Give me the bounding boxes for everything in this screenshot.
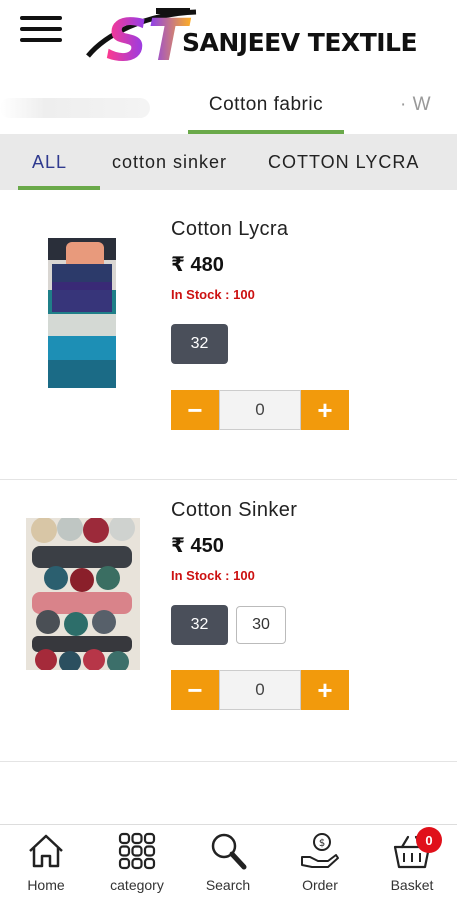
product-card: Cotton Sinker ₹ 450 In Stock : 100 32 30… (0, 480, 457, 762)
decrease-quantity-button[interactable]: − (171, 670, 219, 710)
product-name[interactable]: Cotton Sinker (171, 499, 297, 522)
quantity-input[interactable] (219, 390, 301, 430)
home-icon (29, 834, 63, 868)
product-image[interactable] (26, 518, 140, 670)
nav-search-label: Search (205, 877, 251, 893)
nav-category-label: category (110, 877, 164, 893)
nav-basket[interactable]: 0 Basket (372, 827, 452, 893)
grid-icon (118, 832, 156, 870)
subtab-all[interactable]: ALL (32, 152, 67, 173)
svg-text:ST: ST (106, 6, 192, 68)
increase-quantity-button[interactable]: + (301, 670, 349, 710)
size-option-32[interactable]: 32 (171, 605, 228, 645)
nav-home-label: Home (27, 877, 65, 893)
subtab-cotton-lycra[interactable]: COTTON LYCRA (268, 152, 419, 173)
size-option-32[interactable]: 32 (171, 324, 228, 364)
svg-text:$: $ (319, 838, 325, 849)
decrease-quantity-button[interactable]: − (171, 390, 219, 430)
nav-order-label: Order (302, 877, 338, 893)
app-header: ST SANJEEV TEXTILE (0, 0, 457, 76)
basket-count-badge: 0 (416, 827, 442, 853)
product-image[interactable] (48, 238, 116, 388)
product-price: ₹ 450 (171, 535, 224, 557)
product-price: ₹ 480 (171, 254, 224, 276)
stock-status: In Stock : 100 (171, 568, 255, 583)
quantity-input[interactable] (219, 670, 301, 710)
tab-category-left-faded[interactable] (0, 98, 150, 118)
stock-status: In Stock : 100 (171, 287, 255, 302)
search-icon (211, 833, 247, 870)
nav-order[interactable]: $ Order (280, 831, 360, 893)
product-card: Cotton Lycra ₹ 480 In Stock : 100 32 − + (0, 190, 457, 480)
tab-category-right-partial[interactable]: · W (400, 94, 431, 116)
nav-search[interactable]: Search (188, 831, 268, 893)
category-tab-bar: Cotton fabric · W (0, 76, 457, 134)
order-icon: $ (301, 833, 339, 868)
nav-basket-label: Basket (390, 877, 434, 893)
subtab-cotton-sinker[interactable]: cotton sinker (112, 152, 227, 173)
increase-quantity-button[interactable]: + (301, 390, 349, 430)
subcategory-tab-bar: ALL cotton sinker COTTON LYCRA (0, 134, 457, 190)
menu-icon[interactable] (20, 16, 62, 46)
brand-name: SANJEEV TEXTILE (182, 28, 418, 57)
size-options: 32 (171, 324, 371, 366)
quantity-stepper: − + (171, 390, 349, 430)
nav-home[interactable]: Home (6, 831, 86, 893)
tab-cotton-fabric[interactable]: Cotton fabric (188, 94, 344, 116)
size-option-30[interactable]: 30 (236, 606, 286, 644)
bottom-navigation: Home category Search $ Order 0 Basket (0, 824, 457, 900)
nav-category[interactable]: category (97, 831, 177, 893)
quantity-stepper: − + (171, 670, 349, 710)
size-options: 32 30 (171, 605, 371, 647)
product-name[interactable]: Cotton Lycra (171, 218, 288, 241)
